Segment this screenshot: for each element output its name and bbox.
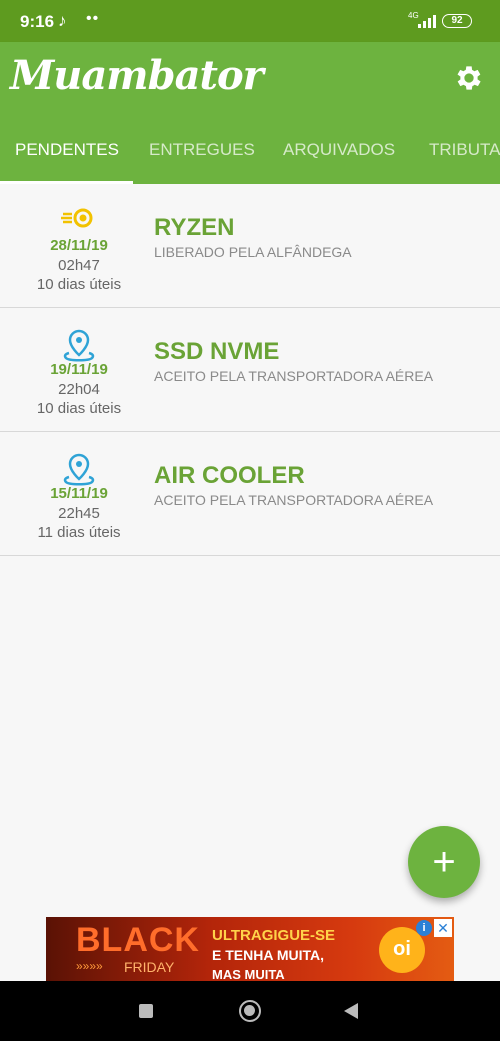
app-bar: Muambator PENDENTES ENTREGUES ARQUIVADOS… (0, 42, 500, 184)
ad-subline: E TENHA MUITA, (212, 947, 324, 963)
package-list: 28/11/19 02h47 10 dias úteis RYZEN LIBER… (0, 184, 500, 556)
status-time: 9:16 (20, 12, 55, 31)
tab-bar: PENDENTES ENTREGUES ARQUIVADOS TRIBUTADO… (0, 130, 500, 184)
tab-entregues[interactable]: ENTREGUES (149, 130, 255, 184)
home-button[interactable] (239, 1000, 261, 1022)
music-note-icon: ♪ (58, 11, 67, 30)
ad-banner[interactable]: BLACK »»»» FRIDAY ULTRAGIGUE-SE E TENHA … (46, 917, 454, 981)
package-time: 02h47 (58, 257, 100, 274)
package-date: 28/11/19 (50, 237, 108, 254)
package-days: 10 dias úteis (36, 400, 122, 417)
customs-release-icon (61, 208, 93, 228)
status-bar: 9:16 ♪ •• 4G 92 (0, 0, 500, 42)
battery-icon: 92 (442, 14, 472, 28)
package-days: 10 dias úteis (36, 276, 122, 293)
back-button[interactable] (344, 1003, 358, 1019)
ad-subline-2: MAS MUITA (212, 967, 285, 981)
system-nav-bar (0, 981, 500, 1041)
package-days: 11 dias úteis (37, 524, 121, 541)
package-status: LIBERADO PELA ALFÂNDEGA (154, 244, 352, 260)
package-time: 22h04 (58, 381, 100, 398)
ad-close-icon[interactable]: ✕ (434, 919, 452, 937)
package-title: AIR COOLER (154, 462, 305, 489)
ad-info-icon[interactable]: i (416, 920, 432, 936)
package-row-ryzen[interactable]: 28/11/19 02h47 10 dias úteis RYZEN LIBER… (0, 184, 500, 308)
ad-arrows: »»»» (76, 959, 103, 973)
gear-icon[interactable] (453, 62, 485, 94)
tab-arquivados[interactable]: ARQUIVADOS (283, 130, 395, 184)
package-status: ACEITO PELA TRANSPORTADORA AÉREA (154, 368, 434, 384)
map-pin-icon (63, 329, 95, 362)
package-title: RYZEN (154, 214, 235, 241)
status-dots: •• (86, 10, 100, 27)
add-package-button[interactable]: + (408, 826, 480, 898)
ad-friday-text: FRIDAY (124, 959, 175, 975)
package-row-air-cooler[interactable]: 15/11/19 22h45 11 dias úteis AIR COOLER … (0, 432, 500, 556)
ad-black-text: BLACK (76, 921, 200, 959)
map-pin-icon (63, 453, 95, 486)
app-logo: Muambator (10, 52, 264, 99)
package-row-ssd-nvme[interactable]: 19/11/19 22h04 10 dias úteis SSD NVME AC… (0, 308, 500, 432)
package-date: 15/11/19 (50, 485, 108, 502)
tab-pendentes[interactable]: PENDENTES (15, 130, 119, 184)
package-title: SSD NVME (154, 338, 280, 365)
ad-headline: ULTRAGIGUE-SE (212, 927, 336, 944)
recents-button[interactable] (139, 1004, 153, 1018)
package-status: ACEITO PELA TRANSPORTADORA AÉREA (154, 492, 434, 508)
tab-tributados[interactable]: TRIBUTADOS (429, 130, 500, 184)
package-date: 19/11/19 (50, 361, 108, 378)
package-time: 22h45 (58, 505, 100, 522)
signal-icon (418, 15, 436, 28)
